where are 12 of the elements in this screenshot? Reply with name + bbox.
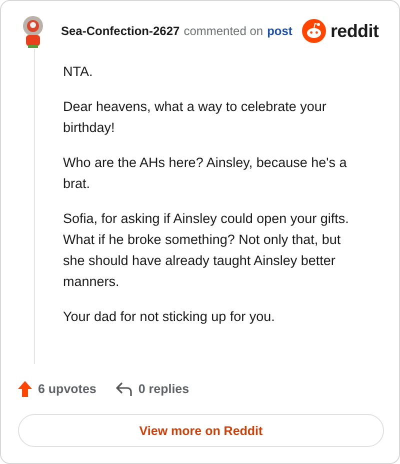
upvote-count: 6 upvotes bbox=[38, 382, 96, 396]
reply-count: 0 replies bbox=[138, 382, 190, 396]
comment-paragraph: Sofia, for asking if Ainsley could open your gifts. What if he broke something? Not only that, but she should have already taught Ainsley better manners. bbox=[63, 210, 350, 291]
comment-paragraph: Dear heavens, what a way to celebrate your birthday! bbox=[63, 98, 328, 137]
comment-paragraph: Your dad for not sticking up for you. bbox=[63, 308, 276, 326]
username[interactable]: Sea-Confection-2627 bbox=[61, 24, 180, 38]
view-more-button[interactable]: View more on Reddit bbox=[18, 414, 384, 447]
comment-paragraph: Who are the AHs here? Ainsley, because he's a brat. bbox=[63, 154, 348, 193]
post-link[interactable]: post bbox=[267, 24, 292, 38]
comment-paragraph: NTA. bbox=[63, 63, 94, 81]
action-text: commented on bbox=[184, 24, 264, 38]
reddit-wordmark: reddit bbox=[330, 20, 379, 42]
